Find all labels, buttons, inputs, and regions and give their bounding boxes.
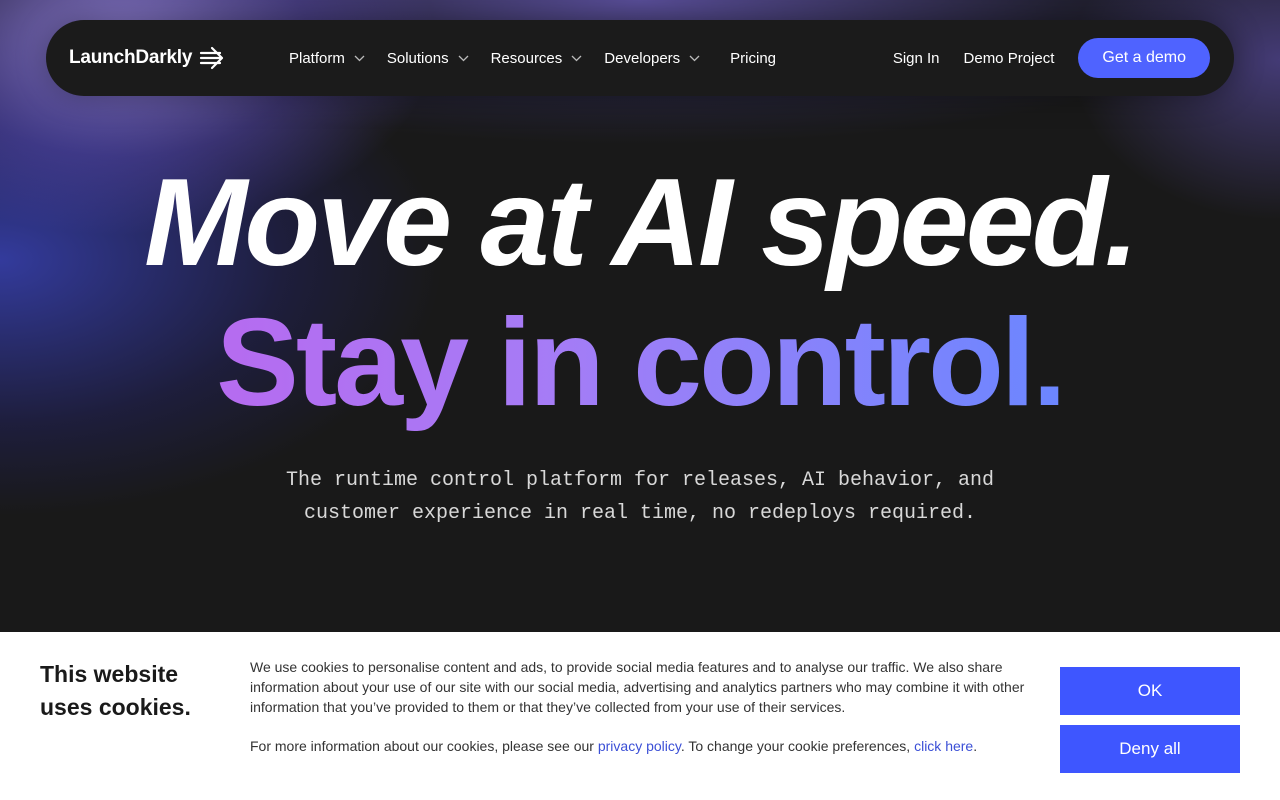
cookie-ok-button[interactable]: OK	[1060, 667, 1240, 715]
chevron-down-icon	[689, 55, 700, 61]
cookie-banner-text: We use cookies to personalise content an…	[250, 657, 1040, 756]
nav-item-label: Pricing	[730, 49, 777, 67]
nav-item-developers[interactable]: Developers	[604, 50, 700, 67]
chevron-down-icon	[571, 55, 582, 61]
cookie-more-info: For more information about our cookies, …	[250, 736, 1040, 756]
hero-subtitle-line: The runtime control platform for release…	[285, 469, 995, 492]
hero-subtitle-line: customer experience in real time, no red…	[303, 502, 977, 525]
nav-item-pricing[interactable]: Pricing	[730, 50, 776, 67]
cookie-title-line: uses cookies.	[40, 694, 191, 720]
sign-in-link[interactable]: Sign In	[893, 50, 940, 67]
nav-item-platform[interactable]: Platform	[289, 50, 365, 67]
cookie-more-middle: . To change your cookie preferences,	[680, 738, 915, 754]
nav-menu: Platform Solutions Resources Developers …	[289, 47, 776, 69]
cookie-more-suffix: .	[973, 738, 978, 754]
cookie-title-line: This website	[40, 661, 179, 687]
cookie-more-prefix: For more information about our cookies, …	[250, 738, 598, 754]
arrow-right-icon	[200, 46, 224, 70]
nav-item-label: Solutions	[386, 49, 449, 67]
nav-item-solutions[interactable]: Solutions	[387, 50, 469, 67]
chevron-down-icon	[458, 55, 469, 61]
hero-subtitle: The runtime control platform for release…	[240, 464, 1040, 530]
logo-text: LaunchDarkly	[69, 47, 193, 68]
top-navigation: LaunchDarkly Platform Solutions Resource…	[46, 20, 1234, 96]
privacy-policy-link[interactable]: privacy policy	[598, 738, 681, 754]
cookie-deny-all-button[interactable]: Deny all	[1060, 725, 1240, 773]
cookie-preferences-link[interactable]: click here	[914, 738, 973, 754]
get-a-demo-button[interactable]: Get a demo	[1078, 38, 1210, 78]
hero-headline-gradient-text: Stay in control.	[216, 294, 1067, 432]
logo[interactable]: LaunchDarkly	[69, 44, 226, 72]
nav-item-label: Resources	[490, 49, 563, 67]
cookie-banner-title: This website uses cookies.	[40, 658, 230, 724]
hero-headline-secondary: Stay in control.	[0, 298, 1280, 428]
chevron-down-icon	[354, 55, 365, 61]
cookie-description: We use cookies to personalise content an…	[250, 659, 1025, 715]
nav-item-label: Platform	[289, 49, 345, 67]
cookie-banner: This website uses cookies. We use cookie…	[0, 632, 1280, 800]
nav-actions: Sign In Demo Project Get a demo	[893, 38, 1210, 78]
nav-item-label: Developers	[604, 49, 681, 67]
demo-project-link[interactable]: Demo Project	[964, 50, 1055, 67]
hero-headline-primary: Move at AI speed.	[144, 154, 1139, 292]
nav-item-resources[interactable]: Resources	[491, 50, 583, 67]
